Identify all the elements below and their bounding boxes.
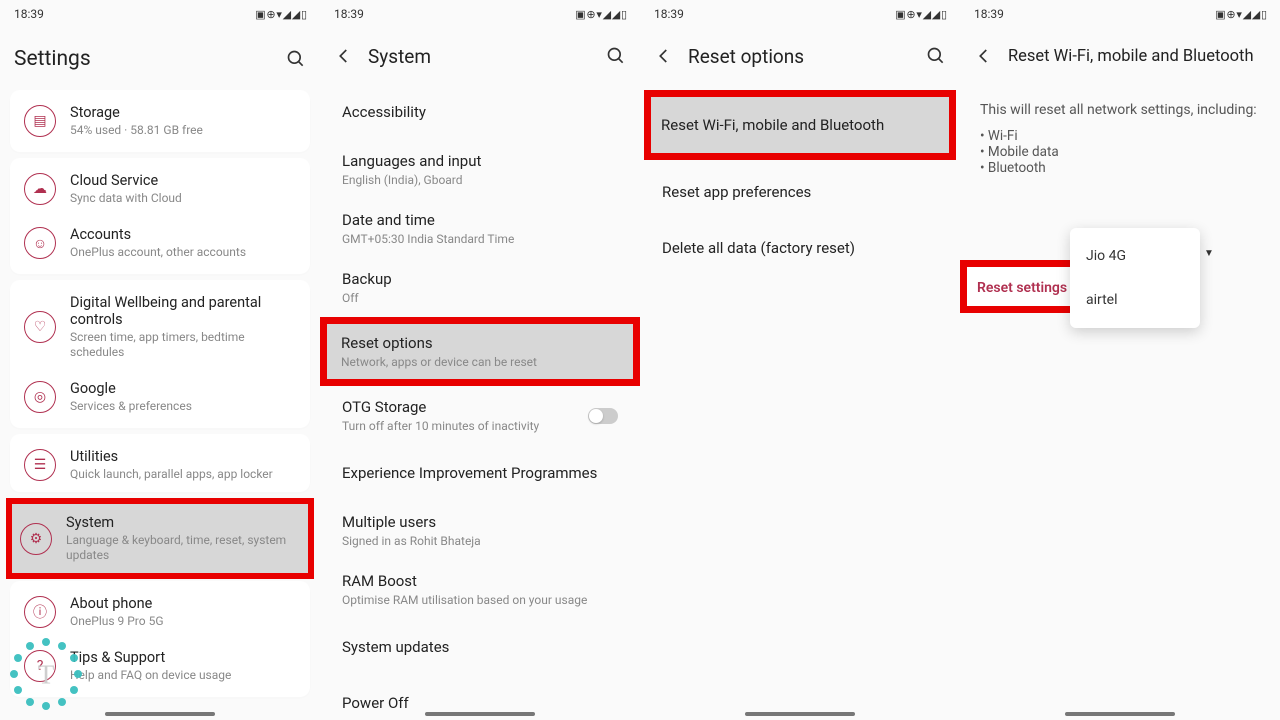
back-icon[interactable] <box>974 46 994 66</box>
system-item-updates[interactable]: System updates <box>320 619 640 675</box>
search-icon[interactable] <box>606 46 626 66</box>
tips-icon: ? <box>24 650 56 682</box>
about-icon: ⓘ <box>24 596 56 628</box>
settings-item-storage[interactable]: ▤ Storage 54% used · 58.81 GB free <box>10 94 310 148</box>
back-icon[interactable] <box>334 46 354 66</box>
system-item-backup[interactable]: Backup Off <box>320 258 640 317</box>
status-time: 18:39 <box>974 7 1004 21</box>
status-bar: 18:39 ▣ ⊕ ▾ ◢ ◢ ▯ <box>640 0 960 28</box>
screenshot-settings: 18:39 ▣ ⊕ ▾ ◢ ◢ ▯ Settings ▤ Storage 54%… <box>0 0 320 720</box>
header: Reset options <box>640 28 960 84</box>
status-time: 18:39 <box>654 7 684 21</box>
google-icon: ◎ <box>24 381 56 413</box>
screenshot-reset-wifi: 18:39 ▣ ⊕ ▾ ◢ ◢ ▯ Reset Wi-Fi, mobile an… <box>960 0 1280 720</box>
system-item-otg[interactable]: OTG Storage Turn off after 10 minutes of… <box>320 386 640 445</box>
system-item-ramboost[interactable]: RAM Boost Optimise RAM utilisation based… <box>320 560 640 619</box>
wellbeing-icon: ♡ <box>24 311 56 343</box>
system-icon: ⚙ <box>20 523 52 555</box>
status-icons: ▣ ⊕ ▾ ◢ ◢ ▯ <box>1215 8 1266 21</box>
reset-settings-button[interactable]: Reset settings <box>977 280 1067 296</box>
status-bar: 18:39 ▣ ⊕ ▾ ◢ ◢ ▯ <box>0 0 320 28</box>
highlight-system: ⚙ System Language & keyboard, time, rese… <box>6 498 314 579</box>
dropdown-option-airtel[interactable]: airtel <box>1070 278 1200 322</box>
nav-bar[interactable] <box>745 712 855 716</box>
settings-item-about[interactable]: ⓘ About phone OnePlus 9 Pro 5G <box>10 585 310 639</box>
system-item-languages[interactable]: Languages and input English (India), Gbo… <box>320 140 640 199</box>
page-title: Reset Wi-Fi, mobile and Bluetooth <box>1008 47 1266 66</box>
status-icons: ▣ ⊕ ▾ ◢ ◢ ▯ <box>895 8 946 21</box>
otg-toggle[interactable] <box>588 408 618 424</box>
page-title: Settings <box>14 47 272 71</box>
search-icon[interactable] <box>286 49 306 69</box>
search-icon[interactable] <box>926 46 946 66</box>
settings-item-accounts[interactable]: ☺ Accounts OnePlus account, other accoun… <box>10 216 310 270</box>
system-item-datetime[interactable]: Date and time GMT+05:30 India Standard T… <box>320 199 640 258</box>
settings-item-utilities[interactable]: ☰ Utilities Quick launch, parallel apps,… <box>10 438 310 492</box>
reset-item-wifi[interactable]: Reset Wi-Fi, mobile and Bluetooth <box>651 97 949 153</box>
header: Reset Wi-Fi, mobile and Bluetooth <box>960 28 1280 84</box>
reset-item-app-prefs[interactable]: Reset app preferences <box>640 164 960 220</box>
nav-bar[interactable] <box>1065 712 1175 716</box>
header: Settings <box>0 28 320 84</box>
screenshot-reset-options: 18:39 ▣ ⊕ ▾ ◢ ◢ ▯ Reset options Reset Wi… <box>640 0 960 720</box>
status-icons: ▣ ⊕ ▾ ◢ ◢ ▯ <box>575 8 626 21</box>
system-item-experience[interactable]: Experience Improvement Programmes <box>320 445 640 501</box>
screenshot-system: 18:39 ▣ ⊕ ▾ ◢ ◢ ▯ System Accessibility L… <box>320 0 640 720</box>
status-time: 18:39 <box>334 7 364 21</box>
highlight-reset-wifi: Reset Wi-Fi, mobile and Bluetooth <box>644 90 956 160</box>
status-bar: 18:39 ▣ ⊕ ▾ ◢ ◢ ▯ <box>320 0 640 28</box>
highlight-reset-options: Reset options Network, apps or device ca… <box>320 317 640 386</box>
system-item-multiple-users[interactable]: Multiple users Signed in as Rohit Bhatej… <box>320 501 640 560</box>
header: System <box>320 28 640 84</box>
settings-item-tips[interactable]: ? Tips & Support Help and FAQ on device … <box>10 639 310 693</box>
settings-item-system[interactable]: ⚙ System Language & keyboard, time, rese… <box>12 504 308 573</box>
highlight-reset-button: Reset settings <box>960 260 1084 313</box>
nav-bar[interactable] <box>425 712 535 716</box>
settings-item-wellbeing[interactable]: ♡ Digital Wellbeing and parental control… <box>10 284 310 370</box>
dropdown-caret-icon[interactable]: ▼ <box>1204 248 1214 259</box>
status-icons: ▣ ⊕ ▾ ◢ ◢ ▯ <box>255 8 306 21</box>
settings-item-cloud[interactable]: ☁ Cloud Service Sync data with Cloud <box>10 162 310 216</box>
utilities-icon: ☰ <box>24 449 56 481</box>
page-title: System <box>368 45 592 68</box>
page-title: Reset options <box>688 45 912 68</box>
status-time: 18:39 <box>14 7 44 21</box>
cloud-icon: ☁ <box>24 173 56 205</box>
dropdown-option-jio[interactable]: Jio 4G <box>1070 234 1200 278</box>
bullet-list: • Wi-Fi • Mobile data • Bluetooth <box>960 128 1280 190</box>
nav-bar[interactable] <box>105 712 215 716</box>
sim-dropdown[interactable]: Jio 4G airtel <box>1070 228 1200 328</box>
description-text: This will reset all network settings, in… <box>960 84 1280 128</box>
system-item-reset-options[interactable]: Reset options Network, apps or device ca… <box>327 324 633 379</box>
accounts-icon: ☺ <box>24 227 56 259</box>
reset-item-factory[interactable]: Delete all data (factory reset) <box>640 220 960 276</box>
back-icon[interactable] <box>654 46 674 66</box>
status-bar: 18:39 ▣ ⊕ ▾ ◢ ◢ ▯ <box>960 0 1280 28</box>
settings-item-google[interactable]: ◎ Google Services & preferences <box>10 370 310 424</box>
system-item-accessibility[interactable]: Accessibility <box>320 84 640 140</box>
storage-icon: ▤ <box>24 105 56 137</box>
